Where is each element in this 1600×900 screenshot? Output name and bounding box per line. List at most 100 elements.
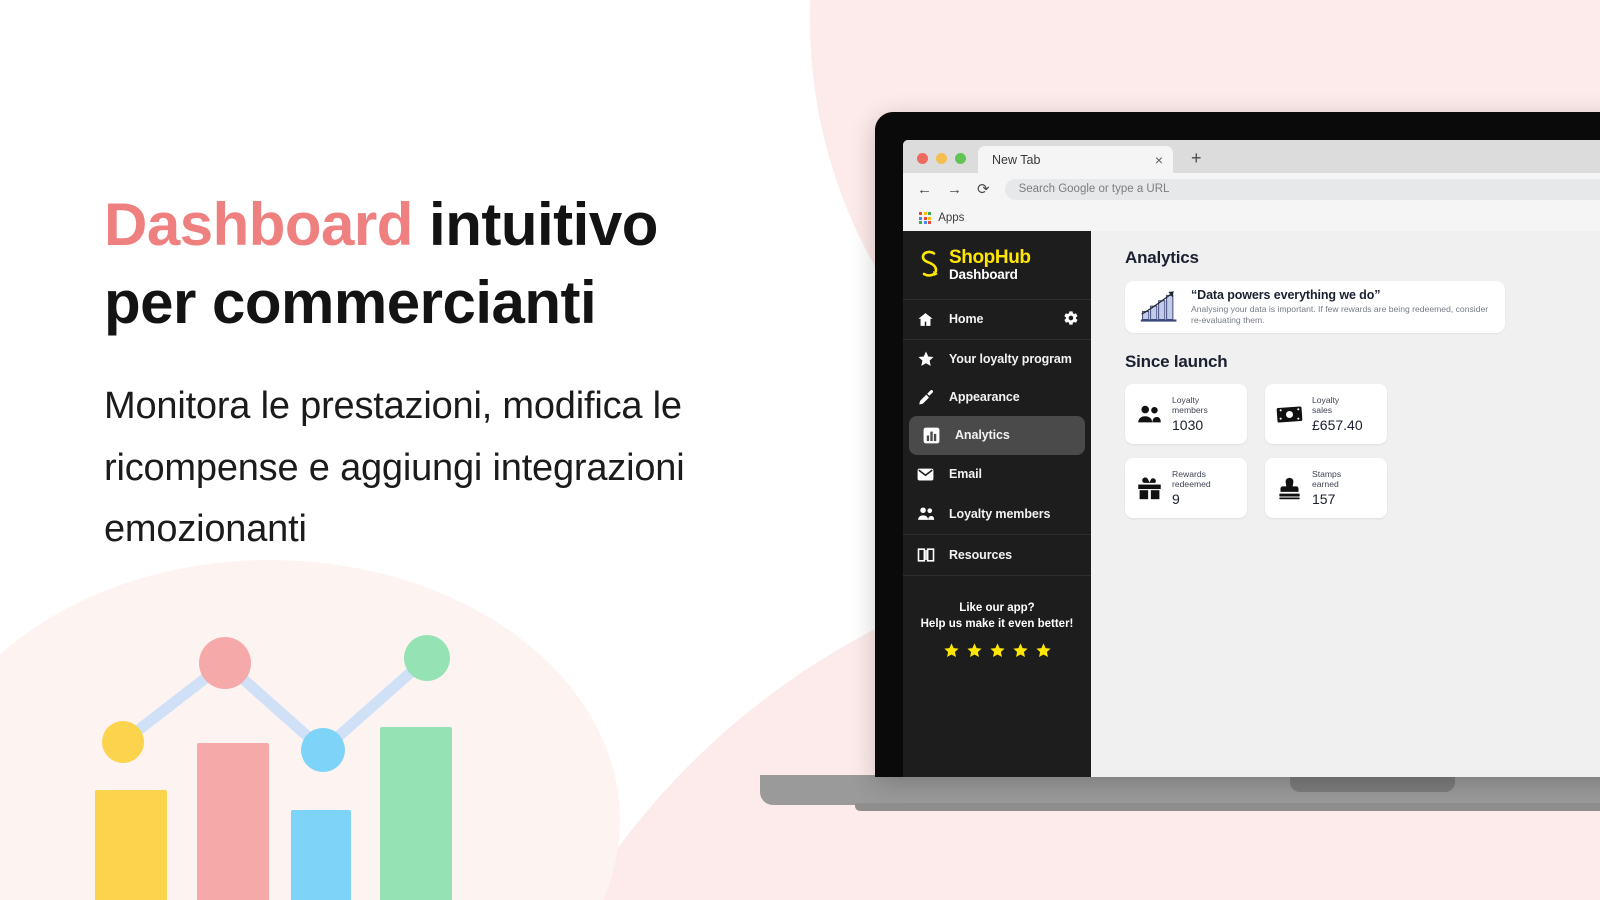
apps-grid-icon[interactable] [919,211,932,225]
bookmarks-apps-label[interactable]: Apps [938,212,964,224]
stat-label-line1: Rewards [1172,468,1206,479]
sidebar-item-appearance[interactable]: Appearance [903,378,1091,416]
star-icon-4[interactable] [1012,642,1029,659]
sidebar-item-analytics[interactable]: Analytics [909,415,1085,455]
star-icon-3[interactable] [989,642,1006,659]
book-icon [915,545,936,565]
browser-toolbar: ← → ⟳ Search Google or type a URL [903,173,1600,205]
stat-label: Loyalty members [1172,395,1208,416]
nav-group-resources: Resources [903,535,1091,576]
laptop-notch [1290,775,1455,792]
brand-logo: ShopHub Dashboard [903,231,1091,300]
stat-card-loyalty-sales[interactable]: Loyalty sales £657.40 [1265,384,1387,444]
stat-card-rewards-redeemed[interactable]: Rewards redeemed 9 [1125,458,1247,518]
brand-name: ShopHub [949,247,1031,268]
stat-value: 9 [1172,491,1180,508]
sidebar-item-label: Resources [949,547,1013,562]
deco-bar-4 [380,727,452,900]
stat-label-line2: redeemed [1172,479,1211,489]
tab-title: New Tab [992,152,1041,167]
stat-label: Loyalty sales [1312,395,1363,416]
since-launch-section: Since launch Loyalty members 1030 Loyalt… [1125,352,1600,518]
stat-label: Stamps earned [1312,469,1341,490]
browser-window: New Tab × + ← → ⟳ Search Google or type … [903,140,1600,777]
stat-value: 157 [1312,491,1336,508]
title-accent: Dashboard [104,191,413,258]
deco-bar-2 [197,743,269,900]
stat-value: 1030 [1172,417,1204,434]
stat-label-line2: members [1172,405,1208,415]
people-icon [1138,405,1161,422]
sidebar: ShopHub Dashboard Home Your loyalty prog… [903,231,1091,777]
stat-card-stamps-earned[interactable]: Stamps earned 157 [1265,458,1387,518]
page-title: Dashboard intuitivo per commercianti [104,186,834,342]
address-bar-placeholder: Search Google or type a URL [1018,183,1170,195]
sidebar-item-resources[interactable]: Resources [903,535,1091,575]
analytics-heading: Analytics [1125,248,1199,267]
gear-icon[interactable] [1063,310,1079,329]
nav-group-primary: Home [903,300,1091,340]
people-icon [915,504,936,524]
sidebar-item-label: Home [949,312,984,326]
browser-tab[interactable]: New Tab × [978,146,1173,173]
deco-bar-1 [95,790,167,900]
stat-value: £657.40 [1312,417,1363,434]
maximize-window-button[interactable] [955,153,966,164]
stat-label-line1: Loyalty [1172,394,1200,405]
star-icon-2[interactable] [966,642,983,659]
main-content: Analytics “Data powers everything we do”… [1091,231,1600,777]
sidebar-item-label: Your loyalty program [949,351,1072,366]
browser-tab-bar: New Tab × + [903,140,1600,173]
deco-point-3 [301,728,345,772]
stat-text: Rewards redeemed 9 [1172,469,1211,508]
insight-card: “Data powers everything we do” Analysing… [1125,281,1505,333]
deco-point-4 [404,635,450,681]
stat-label-line1: Stamps [1312,468,1342,479]
gift-icon [1138,476,1161,499]
sidebar-item-email[interactable]: Email [903,455,1091,494]
nav-group-main: Your loyalty program Appearance Analytic… [903,340,1091,535]
stat-card-grid: Loyalty members 1030 Loyalty sales £657.… [1125,384,1600,518]
star-icon [915,350,936,368]
laptop-screen: New Tab × + ← → ⟳ Search Google or type … [875,112,1600,777]
new-tab-icon[interactable]: + [1191,148,1202,173]
title-rest: intuitivo [412,191,658,258]
sidebar-item-label: Analytics [955,428,1010,442]
sidebar-item-loyalty-members[interactable]: Loyalty members [903,494,1091,534]
stat-card-loyalty-members[interactable]: Loyalty members 1030 [1125,384,1247,444]
decorative-bar-chart [95,635,452,900]
growth-chart-icon [1140,291,1177,322]
rating-prompt: Like our app? Help us make it even bette… [903,576,1091,778]
stat-label-line1: Loyalty [1312,394,1340,405]
reload-icon[interactable]: ⟳ [977,182,990,197]
back-icon[interactable]: ← [917,182,932,197]
sidebar-item-home[interactable]: Home [903,300,1091,339]
star-icon-1[interactable] [943,642,960,659]
sidebar-item-your-loyalty-program[interactable]: Your loyalty program [903,340,1091,378]
star-icon-5[interactable] [1035,642,1052,659]
laptop-base [760,775,1600,805]
bookmarks-bar: Apps [903,205,1600,231]
envelope-icon [915,465,936,484]
sidebar-item-label: Appearance [949,389,1020,404]
close-window-button[interactable] [917,153,928,164]
sidebar-item-label: Email [949,467,982,481]
minimize-window-button[interactable] [936,153,947,164]
rating-line-2: Help us make it even better! [920,618,1074,631]
address-bar[interactable]: Search Google or type a URL [1004,178,1600,200]
insight-title: “Data powers everything we do” [1191,288,1381,302]
stat-text: Stamps earned 157 [1312,469,1341,508]
stat-label: Rewards redeemed [1172,469,1211,490]
window-controls[interactable] [915,153,978,173]
sidebar-item-label: Loyalty members [949,506,1051,521]
deco-point-2 [199,637,251,689]
rating-stars[interactable] [913,642,1081,659]
close-tab-icon[interactable]: × [1155,153,1163,167]
forward-icon[interactable]: → [947,182,962,197]
stat-label-line2: sales [1312,405,1333,415]
home-icon [915,311,936,328]
brand-subtitle: Dashboard [949,267,1018,282]
title-line2: per commercianti [104,269,597,336]
brand-text: ShopHub Dashboard [949,248,1031,282]
stat-label-line2: earned [1312,479,1339,489]
